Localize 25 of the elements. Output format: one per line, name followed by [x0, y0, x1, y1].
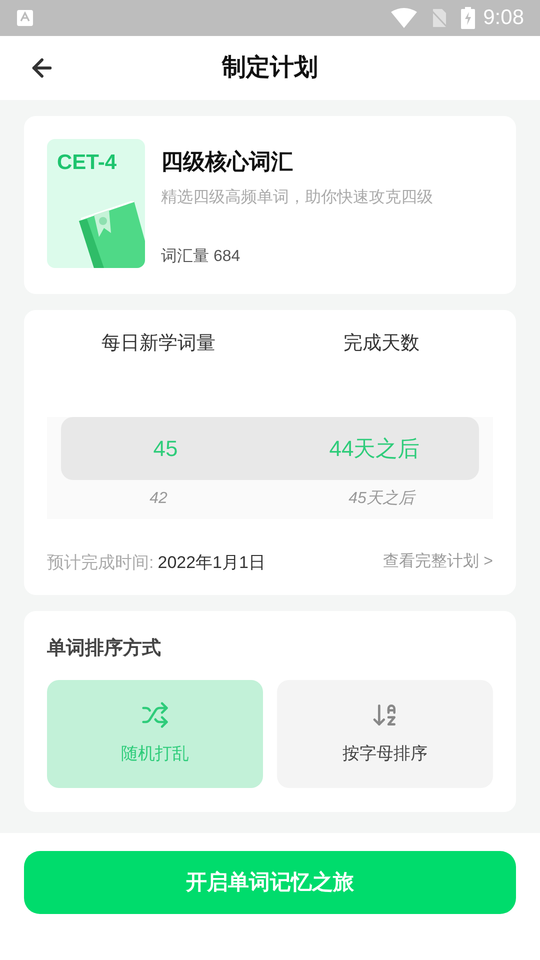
battery-charging-icon [461, 7, 476, 29]
sorting-title: 单词排序方式 [47, 636, 162, 661]
book-description: 精选四级高频单词，助你快速攻克四级 [161, 188, 434, 208]
wifi-icon [391, 8, 418, 28]
notification-icon [16, 9, 34, 27]
column-heading: 每日新学词量 [100, 332, 216, 356]
picker-value[interactable]: 45 [153, 432, 178, 464]
picker-value[interactable]: 44天之后 [329, 432, 420, 464]
number-picker[interactable]: 45 44天之后 42 45天之后 [47, 416, 493, 518]
word-count: 词汇量 684 [161, 247, 242, 267]
sort-option[interactable]: 随机打乱 [47, 680, 263, 788]
full-plan-link[interactable]: 查看完整计划 > [383, 550, 493, 574]
column-heading: 完成天数 [342, 332, 420, 356]
page-title: 制定计划 [222, 53, 318, 83]
book-title: 四级核心词汇 [161, 148, 294, 176]
status-time: 9:08 [483, 5, 524, 32]
finish-label: 预计完成时间: [47, 552, 154, 574]
sort-option[interactable]: 按字母排序 [277, 680, 493, 788]
picker-value[interactable]: 45天之后 [348, 487, 414, 511]
shuffle-icon [141, 700, 169, 729]
finish-date: 2022年1月1日 [158, 552, 266, 574]
book-icon [79, 201, 145, 268]
start-button[interactable]: 开启单词记忆之旅 [24, 851, 516, 914]
cover-label: CET-4 [57, 150, 117, 176]
picker-value[interactable]: 42 [150, 487, 168, 511]
